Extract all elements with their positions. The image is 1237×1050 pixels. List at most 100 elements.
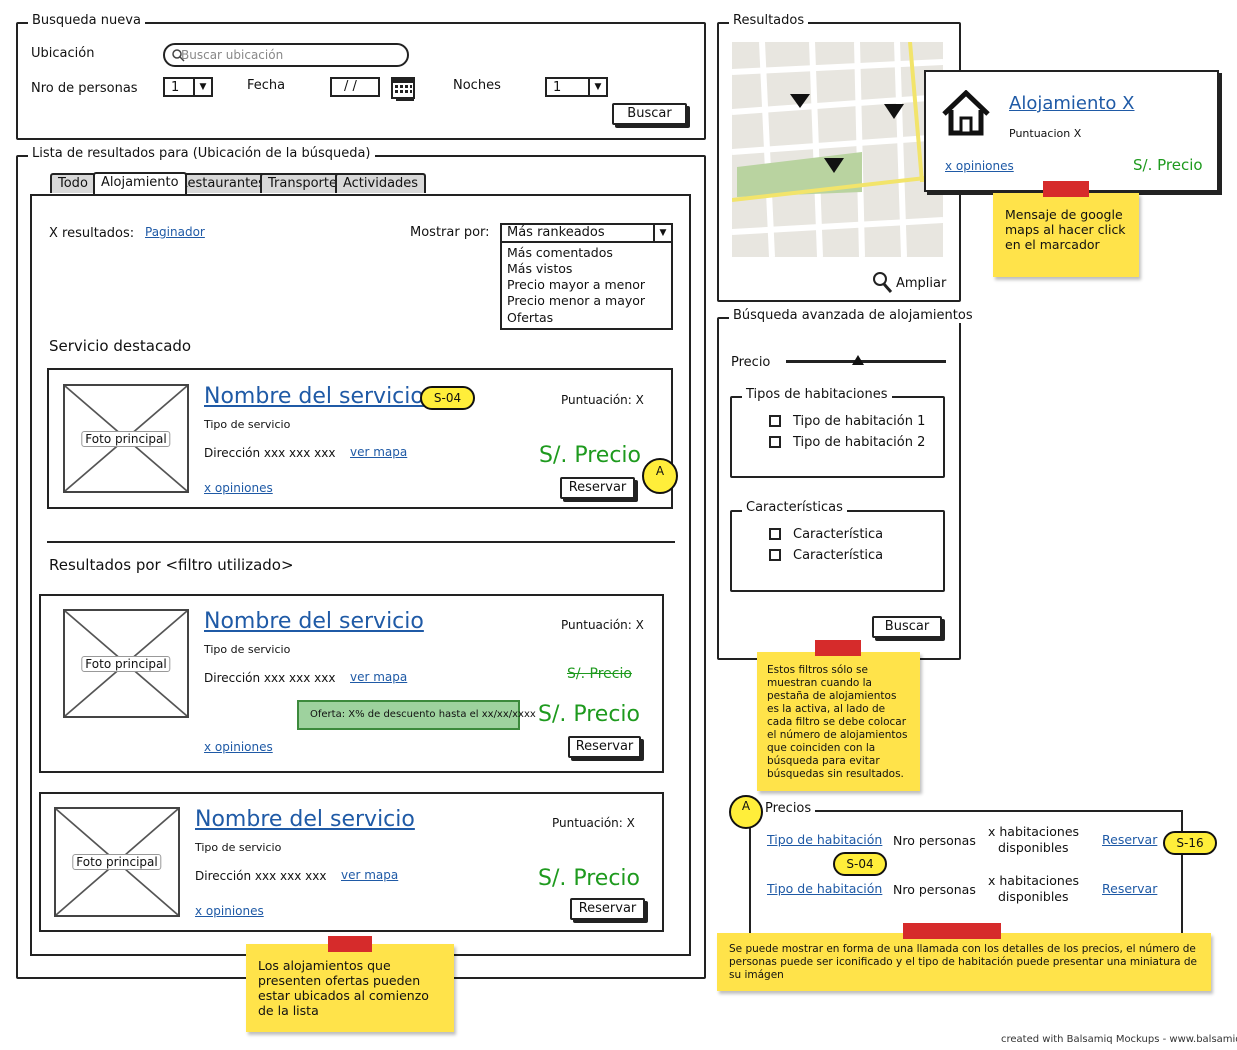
location-search-placeholder: Buscar ubicación: [181, 48, 284, 62]
availability-line1: x habitaciones: [988, 824, 1080, 839]
note-google-maps: Mensaje de google maps al hacer click en…: [993, 193, 1139, 277]
location-label: Ubicación: [31, 46, 95, 61]
zoom-icon[interactable]: [871, 270, 893, 294]
photo-placeholder: Foto principal: [54, 807, 180, 917]
service-type: Tipo de servicio: [195, 841, 282, 854]
price-slider-thumb[interactable]: [852, 355, 864, 365]
nights-select[interactable]: 1 ▼: [545, 77, 608, 97]
feature-label: Característica: [793, 548, 884, 563]
prices-legend: Precios: [761, 801, 816, 816]
tab-alojamiento[interactable]: Alojamiento: [93, 172, 187, 194]
note-filters-text: Estos filtros sólo se muestran cuando la…: [767, 664, 908, 780]
tab-todo[interactable]: Todo: [50, 173, 96, 193]
service-type: Tipo de servicio: [204, 643, 291, 656]
price-slider[interactable]: [786, 360, 946, 363]
tape: [1043, 181, 1089, 197]
view-map-link[interactable]: ver mapa: [350, 445, 407, 459]
sort-select[interactable]: Más rankeados ▼: [500, 223, 673, 243]
service-address: Dirección xxx xxx xxx: [204, 671, 336, 685]
service-name-link[interactable]: Nombre del servicio: [204, 609, 424, 634]
sort-option[interactable]: Más vistos: [507, 261, 572, 276]
badge-s04: S-04: [420, 386, 475, 410]
features-legend: Características: [742, 500, 847, 515]
opinions-link[interactable]: x opiniones: [195, 904, 264, 918]
service-score: Puntuación: X: [561, 618, 644, 632]
advanced-search-legend: Búsqueda avanzada de alojamientos: [729, 308, 977, 323]
note-google-maps-text: Mensaje de google maps al hacer click en…: [1005, 207, 1126, 252]
reserve-link[interactable]: Reservar: [1102, 832, 1157, 847]
note-prices-callout-text: Se puede mostrar en forma de una llamada…: [729, 943, 1197, 981]
view-map-link[interactable]: ver mapa: [341, 868, 398, 882]
feature-checkbox[interactable]: [769, 549, 781, 561]
date-value: / /: [344, 79, 357, 94]
persons-count: Nro personas: [893, 882, 976, 897]
zoom-label[interactable]: Ampliar: [896, 276, 946, 291]
paginator-link[interactable]: Paginador: [145, 225, 205, 239]
service-score: Puntuación: X: [561, 393, 644, 407]
room-type-link[interactable]: Tipo de habitación: [767, 832, 882, 847]
opinions-link[interactable]: x opiniones: [204, 740, 273, 754]
divider: [47, 541, 675, 543]
feature-label: Característica: [793, 527, 884, 542]
results-count-label: X resultados:: [49, 226, 135, 241]
feature-checkbox[interactable]: [769, 528, 781, 540]
tape: [815, 640, 861, 656]
badge-a: A: [642, 458, 678, 494]
calendar-icon[interactable]: [391, 75, 417, 101]
tab-transporte[interactable]: Transporte: [260, 173, 345, 193]
room-types-legend: Tipos de habitaciones: [742, 387, 892, 402]
sort-options-list: Más comentados Más vistos Precio mayor a…: [500, 243, 673, 330]
advanced-search-button[interactable]: Buscar: [872, 616, 942, 638]
featured-heading: Servicio destacado: [49, 337, 192, 355]
persons-count: Nro personas: [893, 833, 976, 848]
service-price: S/. Precio: [538, 702, 641, 727]
results-list-legend: Lista de resultados para (Ubicación de l…: [28, 146, 375, 161]
tab-actividades[interactable]: Actividades: [335, 173, 427, 193]
chevron-down-icon: ▼: [588, 79, 606, 95]
popup-score: Puntuacion X: [1009, 127, 1082, 140]
photo-label: Foto principal: [81, 655, 171, 672]
reserve-link[interactable]: Reservar: [1102, 881, 1157, 896]
sort-selected-value: Más rankeados: [507, 225, 605, 240]
opinions-link[interactable]: x opiniones: [204, 481, 273, 495]
location-search-field[interactable]: Buscar ubicación: [163, 43, 409, 67]
reserve-button[interactable]: Reservar: [560, 477, 635, 499]
availability-line1: x habitaciones: [988, 873, 1080, 888]
sort-option[interactable]: Ofertas: [507, 310, 553, 325]
photo-placeholder: Foto principal: [63, 384, 189, 493]
map-view[interactable]: [732, 42, 943, 257]
service-name-link[interactable]: Nombre del servicio: [195, 807, 415, 832]
note-filters: Estos filtros sólo se muestran cuando la…: [757, 652, 920, 791]
reserve-button[interactable]: Reservar: [568, 736, 641, 758]
service-name-link[interactable]: Nombre del servicio: [204, 384, 424, 409]
popup-opinions-link[interactable]: x opiniones: [945, 159, 1014, 173]
badge-s16: S-16: [1163, 831, 1217, 855]
sort-option[interactable]: Más comentados: [507, 245, 613, 260]
tape: [903, 923, 1001, 939]
search-legend: Busqueda nueva: [28, 13, 145, 28]
price-label: Precio: [731, 355, 771, 370]
note-prices-callout: Se puede mostrar en forma de una llamada…: [717, 933, 1211, 991]
sort-label: Mostrar por:: [410, 225, 490, 240]
date-field[interactable]: / /: [330, 77, 380, 97]
sort-option[interactable]: Precio mayor a menor: [507, 277, 645, 292]
map-legend: Resultados: [729, 13, 809, 28]
tape: [328, 936, 372, 952]
room-type-label: Tipo de habitación 1: [793, 414, 926, 429]
chevron-down-icon: ▼: [193, 79, 211, 95]
room-type-label: Tipo de habitación 2: [793, 435, 926, 450]
room-type-checkbox[interactable]: [769, 415, 781, 427]
service-score: Puntuación: X: [552, 816, 635, 830]
reserve-button[interactable]: Reservar: [570, 898, 645, 920]
room-type-link[interactable]: Tipo de habitación: [767, 881, 882, 896]
popup-title-link[interactable]: Alojamiento X: [1009, 93, 1135, 114]
persons-select[interactable]: 1 ▼: [163, 77, 213, 97]
view-map-link[interactable]: ver mapa: [350, 670, 407, 684]
service-address: Dirección xxx xxx xxx: [195, 869, 327, 883]
persons-value: 1: [171, 80, 180, 95]
filter-results-heading: Resultados por <filtro utilizado>: [49, 556, 294, 574]
chevron-down-icon: ▼: [653, 225, 671, 241]
room-type-checkbox[interactable]: [769, 436, 781, 448]
search-button[interactable]: Buscar: [612, 103, 687, 125]
sort-option[interactable]: Precio menor a mayor: [507, 293, 645, 308]
